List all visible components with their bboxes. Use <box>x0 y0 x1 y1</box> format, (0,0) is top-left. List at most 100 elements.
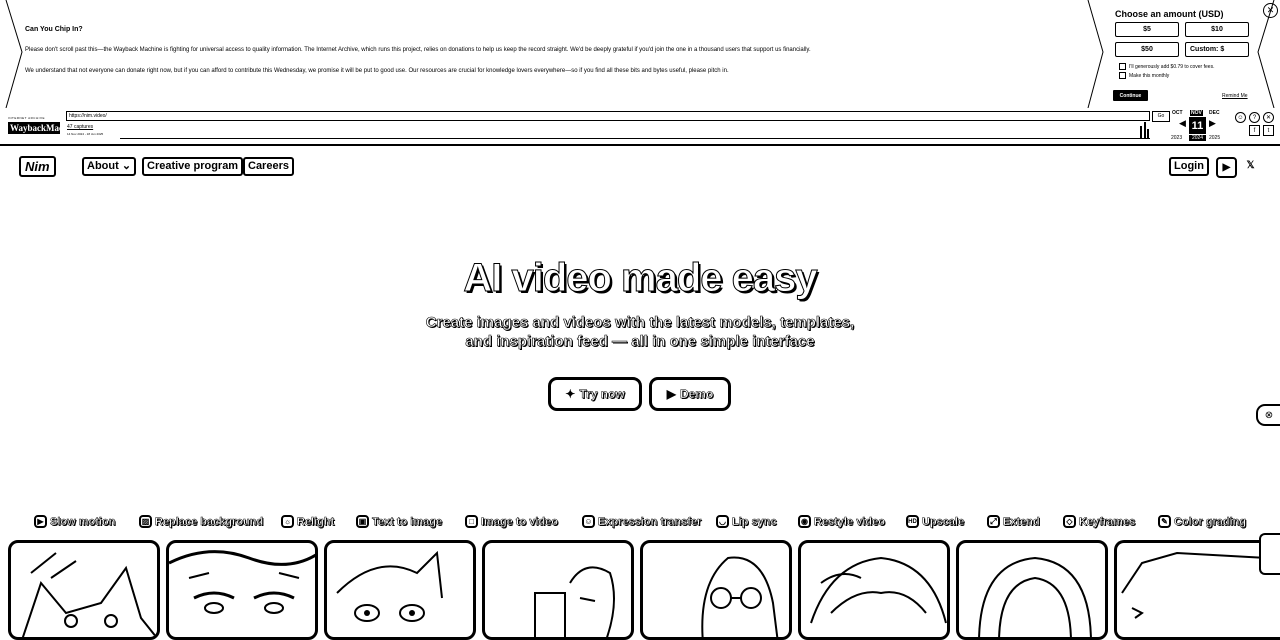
try-now-button[interactable]: ✦ Try now <box>548 377 642 411</box>
eye-icon: ◉ <box>798 515 811 528</box>
feature-label: Color grading <box>1174 515 1247 528</box>
smile-icon: ☺ <box>582 515 595 528</box>
thumbnail-woman-sunglasses[interactable] <box>640 540 792 640</box>
feature-slow-motion[interactable]: ▶ Slow motion <box>34 513 116 530</box>
wayback-help-icon[interactable]: ? <box>1249 112 1260 123</box>
wayback-sparkline[interactable] <box>120 120 1150 139</box>
thumbnail-portrait[interactable] <box>798 540 950 640</box>
woman-profile-illustration <box>534 566 615 637</box>
site-header: Nim About ⌄ Creative program Careers Log… <box>0 146 1280 186</box>
wayback-capture-range: 14 Nov 2024 - 18 Jun 2025 <box>67 132 104 136</box>
youtube-icon[interactable]: ▶ <box>1216 157 1237 178</box>
wayback-current-day: 11 <box>1189 117 1206 134</box>
square-icon: □ <box>465 515 478 528</box>
extend-icon: ⤢ <box>987 515 1000 528</box>
cat-illustration <box>21 552 157 637</box>
hd-icon: HD <box>906 515 919 528</box>
wayback-go-button[interactable]: Go <box>1152 111 1170 122</box>
continue-button[interactable]: Continue <box>1113 90 1148 101</box>
hero-subtitle: Create images and videos with the latest… <box>0 313 1280 351</box>
feature-text-to-image[interactable]: ▣ Text to image <box>356 513 442 530</box>
feature-relight[interactable]: ☼ Relight <box>281 513 335 530</box>
wayback-prev-arrow-icon[interactable]: ◀ <box>1179 118 1186 129</box>
amount-10-button[interactable]: $10 <box>1185 22 1249 37</box>
feature-label: Text to image <box>372 515 443 528</box>
feature-restyle-video[interactable]: ◉ Restyle video <box>798 513 885 530</box>
play-icon: ▶ <box>666 387 676 401</box>
try-now-label: Try now <box>579 387 625 402</box>
nav-creative-program-link[interactable]: Creative program <box>142 157 244 176</box>
hero-subtitle-line-2: and inspiration feed — all in one simple… <box>465 333 815 351</box>
donation-title: Can You Chip In? <box>25 26 83 33</box>
fee-checkbox[interactable] <box>1119 63 1126 70</box>
bird-illustration <box>1121 551 1268 619</box>
wayback-month-prev[interactable]: OCT <box>1172 110 1183 116</box>
x-twitter-icon[interactable]: 𝕏 <box>1242 157 1259 174</box>
feature-extend[interactable]: ⤢ Extend <box>987 513 1040 530</box>
remind-me-link[interactable]: Remind Me <box>1222 93 1248 99</box>
creature-illustration <box>336 550 443 622</box>
monthly-checkbox[interactable] <box>1119 72 1126 79</box>
choose-amount-label: Choose an amount (USD) <box>1115 9 1224 19</box>
wayback-year-next[interactable]: 2025 <box>1209 135 1220 141</box>
feature-label: Lip sync <box>732 515 777 528</box>
amount-50-button[interactable]: $50 <box>1115 42 1179 57</box>
feature-keyframes[interactable]: ◇ Keyframes <box>1063 513 1136 530</box>
wayback-year-prev[interactable]: 2023 <box>1171 135 1182 141</box>
amount-5-button[interactable]: $5 <box>1115 22 1179 37</box>
wayback-twitter-icon[interactable]: t <box>1263 125 1274 136</box>
feature-label: Expression transfer <box>598 515 702 528</box>
tunnel-illustration <box>978 556 1092 637</box>
wayback-month-current: NOV <box>1190 110 1203 116</box>
nav-careers-link[interactable]: Careers <box>243 157 294 176</box>
feature-label: Slow motion <box>50 515 116 528</box>
feature-replace-background[interactable]: ▨ Replace background <box>139 513 263 530</box>
thumbnail-tunnel[interactable] <box>956 540 1108 640</box>
thumbnail-woman-profile[interactable] <box>482 540 634 640</box>
feature-label: Restyle video <box>814 515 885 528</box>
feature-image-to-video[interactable]: □ Image to video <box>465 513 558 530</box>
hero-title: AI video made easy <box>463 256 818 301</box>
fee-checkbox-row[interactable]: I'll generously add $0.79 to cover fees. <box>1119 63 1214 70</box>
keyframes-icon: ◇ <box>1063 515 1076 528</box>
feature-upscale[interactable]: HD Upscale <box>906 513 964 530</box>
old-man-illustration <box>169 550 315 614</box>
banner-decoration <box>5 0 1275 108</box>
feature-label: Extend <box>1003 515 1040 528</box>
thumbnail-old-man[interactable] <box>166 540 318 640</box>
fee-checkbox-label: I'll generously add $0.79 to cover fees. <box>1129 63 1215 70</box>
donation-banner: Can You Chip In? Please don't scroll pas… <box>0 0 1280 109</box>
side-chat-icon[interactable]: ⊗ <box>1256 404 1280 426</box>
play-circle-icon: ▶ <box>34 515 47 528</box>
hero-subtitle-line-1: Create images and videos with the latest… <box>425 314 855 332</box>
custom-amount-field[interactable]: Custom: $ <box>1185 42 1249 57</box>
nav-about-link[interactable]: About ⌄ <box>82 157 137 176</box>
monthly-checkbox-label: Make this monthly <box>1129 72 1170 79</box>
thumbnail-bird[interactable] <box>1114 540 1280 640</box>
monthly-checkbox-row[interactable]: Make this monthly <box>1119 72 1169 79</box>
feature-lip-sync[interactable]: ◡ Lip sync <box>716 513 777 530</box>
wayback-account-icon[interactable]: ☺ <box>1235 112 1246 123</box>
demo-button[interactable]: ▶ Demo <box>649 377 731 411</box>
thumbnail-cat[interactable] <box>8 540 160 640</box>
portrait-illustration <box>810 556 947 624</box>
wayback-close-icon[interactable]: ✕ <box>1263 112 1274 123</box>
feature-expression-transfer[interactable]: ☺ Expression transfer <box>582 513 702 530</box>
nav-about-label: About <box>87 160 119 172</box>
wayback-month-next[interactable]: DEC <box>1209 110 1220 116</box>
brush-icon: ✎ <box>1158 515 1171 528</box>
login-button[interactable]: Login <box>1169 157 1209 176</box>
thumbnail-creature[interactable] <box>324 540 476 640</box>
donation-paragraph-2: We understand that not everyone can dona… <box>25 68 729 74</box>
woman-sunglasses-illustration <box>701 556 779 637</box>
close-banner-icon[interactable]: ✕ <box>1263 3 1278 18</box>
feature-color-grading[interactable]: ✎ Color grading <box>1158 513 1246 530</box>
feature-label: Keyframes <box>1079 515 1136 528</box>
wayback-logo[interactable]: INTERNET ARCHIVE WaybackMachine <box>8 116 80 138</box>
wayback-next-arrow-icon[interactable]: ▶ <box>1209 118 1216 129</box>
wayback-facebook-icon[interactable]: f <box>1249 125 1260 136</box>
wayback-captures-link[interactable]: 47 captures <box>67 124 93 130</box>
lips-icon: ◡ <box>716 515 729 528</box>
scroll-right-icon[interactable] <box>1259 533 1280 575</box>
nim-logo[interactable]: Nim <box>19 156 56 177</box>
